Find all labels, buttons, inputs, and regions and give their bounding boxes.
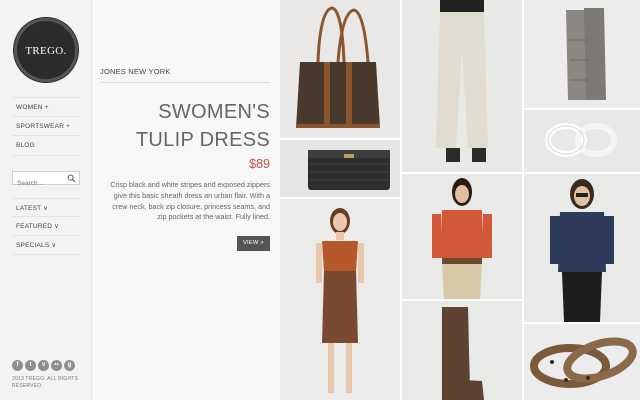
white-pants-image — [436, 0, 488, 162]
nav-item-women[interactable]: WOMEN + — [12, 97, 80, 117]
product-title: SWOMEN'S TULIP DRESS — [100, 98, 270, 154]
model-image — [550, 179, 614, 322]
search-box — [12, 171, 80, 190]
model-image — [316, 208, 364, 393]
brown-boot-image — [442, 307, 484, 400]
rope-bracelet-image — [545, 123, 617, 157]
nav-item-blog[interactable]: BLOG — [12, 136, 80, 156]
nav-item-specials[interactable]: SPECIALS ∨ — [12, 236, 80, 255]
twitter-icon[interactable]: t — [25, 360, 36, 371]
logo-text: TREGO. — [25, 45, 67, 57]
nav-item-latest[interactable]: LATEST ∨ — [12, 198, 80, 217]
product-title-line1: SWOMEN'S — [158, 101, 270, 123]
view-button[interactable]: VIEW > — [237, 236, 270, 251]
knit-gloves-image — [566, 8, 606, 100]
product-description: Crisp black and white stripes and expose… — [110, 180, 270, 222]
flickr-icon[interactable]: •• — [51, 360, 62, 371]
tote-bag-image — [296, 6, 380, 128]
divider — [100, 82, 270, 83]
secondary-nav: LATEST ∨ FEATURED ∨ SPECIALS ∨ — [12, 198, 80, 255]
product-tile-rust-top-skirt-model[interactable] — [280, 199, 400, 400]
logo[interactable]: TREGO. — [14, 18, 78, 82]
copyright: 2013 TREGO. ALL RIGHTS RESERVED. — [12, 376, 79, 389]
product-tile-croc-wallet[interactable] — [280, 140, 400, 197]
product-tile-rope-bracelet[interactable] — [524, 110, 640, 172]
primary-nav: WOMEN + SPORTSWEAR + BLOG — [12, 97, 80, 156]
product-tile-navy-shirt-model[interactable] — [524, 174, 640, 322]
product-tile-orange-blouse-model[interactable] — [402, 174, 522, 299]
facebook-icon[interactable]: f — [12, 360, 23, 371]
vimeo-icon[interactable]: v — [38, 360, 49, 371]
product-info: JONES NEW YORK SWOMEN'S TULIP DRESS $89 … — [92, 0, 280, 400]
leopard-bangles-image — [530, 337, 637, 388]
product-brand: JONES NEW YORK — [100, 67, 171, 76]
googleplus-icon[interactable]: g — [64, 360, 75, 371]
search-icon[interactable] — [67, 174, 76, 183]
product-price: $89 — [249, 157, 270, 171]
product-tile-leopard-bangles[interactable] — [524, 324, 640, 400]
nav-item-featured[interactable]: FEATURED ∨ — [12, 217, 80, 236]
product-tile-white-pants[interactable] — [402, 0, 522, 172]
product-tile-tote-bag[interactable] — [280, 0, 400, 138]
sidebar: TREGO. WOMEN + SPORTSWEAR + BLOG LATEST … — [0, 0, 92, 400]
product-title-line2: TULIP DRESS — [135, 129, 270, 151]
product-tile-knit-gloves[interactable] — [524, 0, 640, 108]
product-tile-brown-boot[interactable] — [402, 301, 522, 400]
model-image — [432, 178, 492, 299]
search-input[interactable] — [13, 177, 67, 190]
croc-wallet-image — [308, 150, 390, 190]
social-links: f t v •• g — [12, 360, 75, 371]
nav-item-sportswear[interactable]: SPORTSWEAR + — [12, 117, 80, 136]
